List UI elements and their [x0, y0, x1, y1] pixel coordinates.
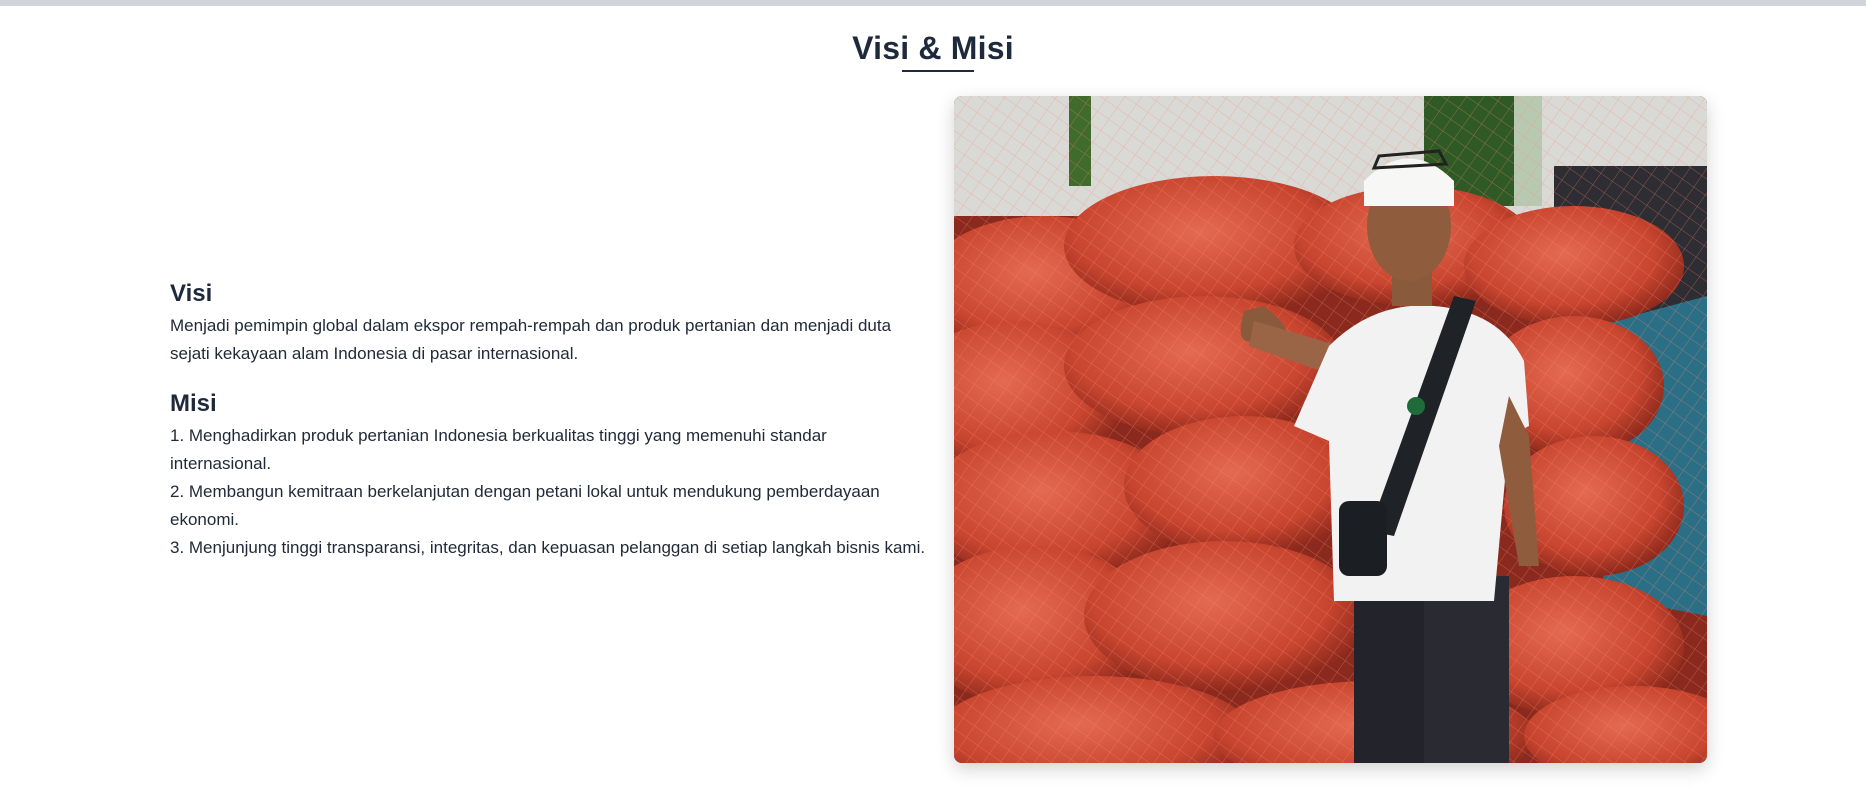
top-border-strip	[0, 0, 1866, 6]
warehouse-photo	[954, 96, 1707, 763]
misi-heading: Misi	[170, 390, 217, 417]
section-title: Visi & Misi	[852, 30, 1014, 66]
visi-text: Menjadi pemimpin global dalam ekspor rem…	[170, 316, 892, 363]
misi-item-1: 1. Menghadirkan produk pertanian Indones…	[170, 426, 827, 473]
misi-block: Misi 1. Menghadirkan produk pertanian In…	[170, 390, 930, 562]
visi-block: Visi Menjadi pemimpin global dalam ekspo…	[170, 280, 930, 368]
visi-heading: Visi	[170, 280, 213, 307]
visi-misi-text-column: Visi Menjadi pemimpin global dalam ekspo…	[170, 280, 930, 562]
misi-item-3: 3. Menjunjung tinggi transparansi, integ…	[170, 538, 926, 557]
misi-item-2: 2. Membangun kemitraan berkelanjutan den…	[170, 482, 880, 529]
photo-illustration	[954, 96, 1707, 763]
title-underline	[902, 70, 974, 72]
